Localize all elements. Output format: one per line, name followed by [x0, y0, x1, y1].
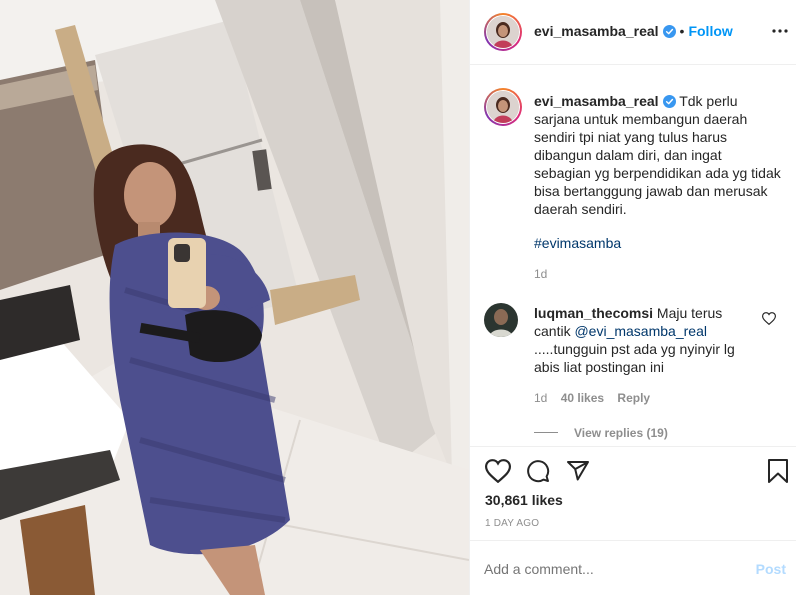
reply-button[interactable]: Reply: [617, 391, 650, 405]
share-icon[interactable]: [566, 459, 590, 483]
comment-text-end: .....tungguin pst ada yg nyinyir lg abis…: [534, 341, 735, 375]
mirror-selfie-illustration: [0, 0, 469, 595]
actions-divider: [470, 446, 796, 447]
comment-likes[interactable]: 40 likes: [561, 391, 604, 405]
post-photo[interactable]: [0, 0, 469, 595]
caption-text: Tdk perlu sarjana untuk membangun daerah…: [534, 93, 781, 217]
add-comment-bar: Post: [470, 540, 796, 596]
comment-input[interactable]: [484, 558, 724, 580]
comment-like-heart-icon[interactable]: [762, 312, 776, 325]
view-replies-label: View replies (19): [574, 426, 668, 440]
comment-meta: 1d 40 likes Reply: [534, 391, 650, 405]
caption-author-avatar[interactable]: [484, 88, 522, 126]
bookmark-icon[interactable]: [767, 459, 789, 483]
caption-timestamp[interactable]: 1d: [534, 267, 547, 281]
comment-username[interactable]: luqman_thecomsi: [534, 305, 653, 321]
avatar-image: [484, 303, 518, 337]
follow-button[interactable]: Follow: [688, 23, 732, 39]
caption-username[interactable]: evi_masamba_real: [534, 93, 659, 109]
comment-mention[interactable]: @evi_masamba_real: [574, 323, 707, 339]
comment-body: luqman_thecomsi Maju terus cantik @evi_m…: [534, 304, 754, 376]
separator-dot: •: [679, 23, 685, 39]
post-caption: evi_masamba_real Tdk perlu sarjana untuk…: [534, 92, 782, 218]
comment-icon[interactable]: [526, 459, 550, 483]
heart-icon[interactable]: [485, 459, 511, 483]
comment-timestamp[interactable]: 1d: [534, 391, 547, 405]
author-avatar[interactable]: [484, 13, 522, 51]
post-header: evi_masamba_real • Follow: [470, 0, 796, 65]
view-replies-button[interactable]: View replies (19): [534, 424, 668, 442]
avatar-image: [487, 16, 519, 48]
caption-hashtag[interactable]: #evimasamba: [534, 234, 621, 252]
post-comment-button[interactable]: Post: [756, 561, 786, 577]
avatar-image: [487, 91, 519, 123]
replies-divider-line: [534, 432, 558, 434]
commenter-avatar[interactable]: [484, 303, 518, 337]
more-options-icon[interactable]: [772, 28, 788, 34]
author-username[interactable]: evi_masamba_real: [534, 23, 659, 39]
verified-badge-icon: [662, 25, 676, 38]
post-date[interactable]: 1 DAY AGO: [485, 518, 539, 529]
likes-count[interactable]: 30,861 likes: [485, 492, 563, 508]
post-sidebar: evi_masamba_real • Follow evi_masamba_real…: [469, 0, 796, 595]
verified-badge-icon: [662, 95, 676, 108]
